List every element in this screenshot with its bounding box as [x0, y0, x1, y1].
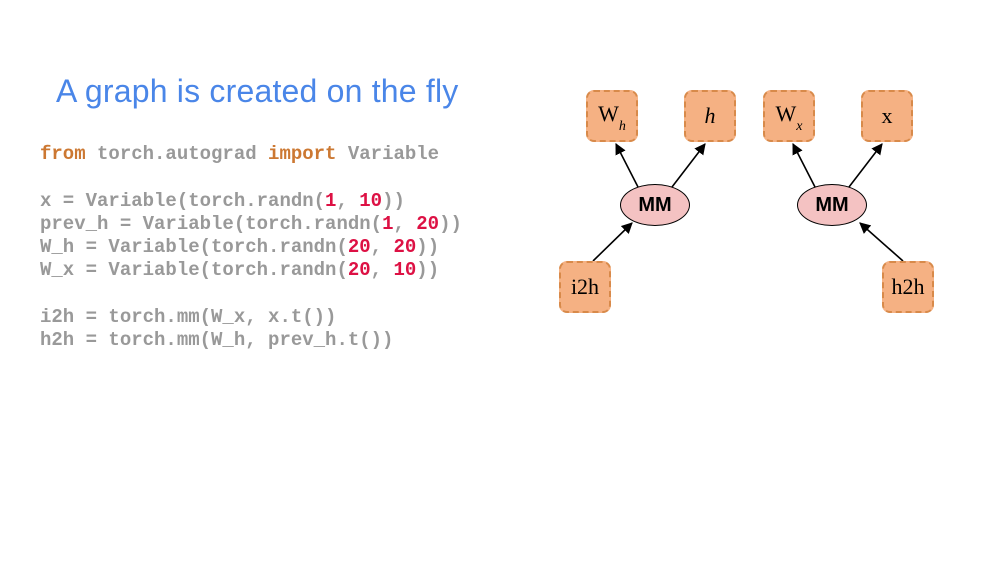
code-text: Variable: [336, 143, 439, 165]
num: 20: [416, 213, 439, 235]
num: 1: [382, 213, 393, 235]
num: 1: [325, 190, 336, 212]
label: h2h: [892, 274, 925, 300]
label: Wh: [598, 101, 626, 131]
label: h: [705, 103, 716, 129]
num: 20: [348, 259, 371, 281]
code-text: )): [439, 213, 462, 235]
num: 10: [393, 259, 416, 281]
code-text: )): [382, 190, 405, 212]
slide: A graph is created on the fly from torch…: [0, 0, 1000, 562]
code-text: ,: [371, 236, 394, 258]
kw-from: from: [40, 143, 86, 165]
node-wh: Wh: [586, 90, 638, 142]
node-i2h: i2h: [559, 261, 611, 313]
code-text: h2h = torch.mm(W_h, prev_h.t()): [40, 329, 393, 351]
num: 20: [348, 236, 371, 258]
label: Wx: [776, 101, 803, 131]
kw-import: import: [268, 143, 336, 165]
label: MM: [815, 194, 848, 217]
num: 10: [359, 190, 382, 212]
label: i2h: [571, 274, 599, 300]
code-text: ,: [393, 213, 416, 235]
node-h: h: [684, 90, 736, 142]
code-text: )): [416, 259, 439, 281]
code-text: torch.autograd: [86, 143, 268, 165]
code-text: ,: [371, 259, 394, 281]
num: 20: [393, 236, 416, 258]
computation-graph: Wh h Wx x MM MM i2h h2h: [560, 85, 960, 335]
code-text: W_x = Variable(torch.randn(: [40, 259, 348, 281]
slide-title: A graph is created on the fly: [56, 73, 459, 110]
node-x: x: [861, 90, 913, 142]
code-text: i2h = torch.mm(W_x, x.t()): [40, 306, 336, 328]
node-wx: Wx: [763, 90, 815, 142]
code-text: W_h = Variable(torch.randn(: [40, 236, 348, 258]
node-mm-right: MM: [797, 184, 867, 226]
code-text: prev_h = Variable(torch.randn(: [40, 213, 382, 235]
label: MM: [638, 194, 671, 217]
code-text: ,: [336, 190, 359, 212]
code-block: from torch.autograd import Variable x = …: [40, 143, 462, 353]
node-mm-left: MM: [620, 184, 690, 226]
node-h2h: h2h: [882, 261, 934, 313]
label: x: [882, 103, 893, 129]
code-text: x = Variable(torch.randn(: [40, 190, 325, 212]
code-text: )): [416, 236, 439, 258]
